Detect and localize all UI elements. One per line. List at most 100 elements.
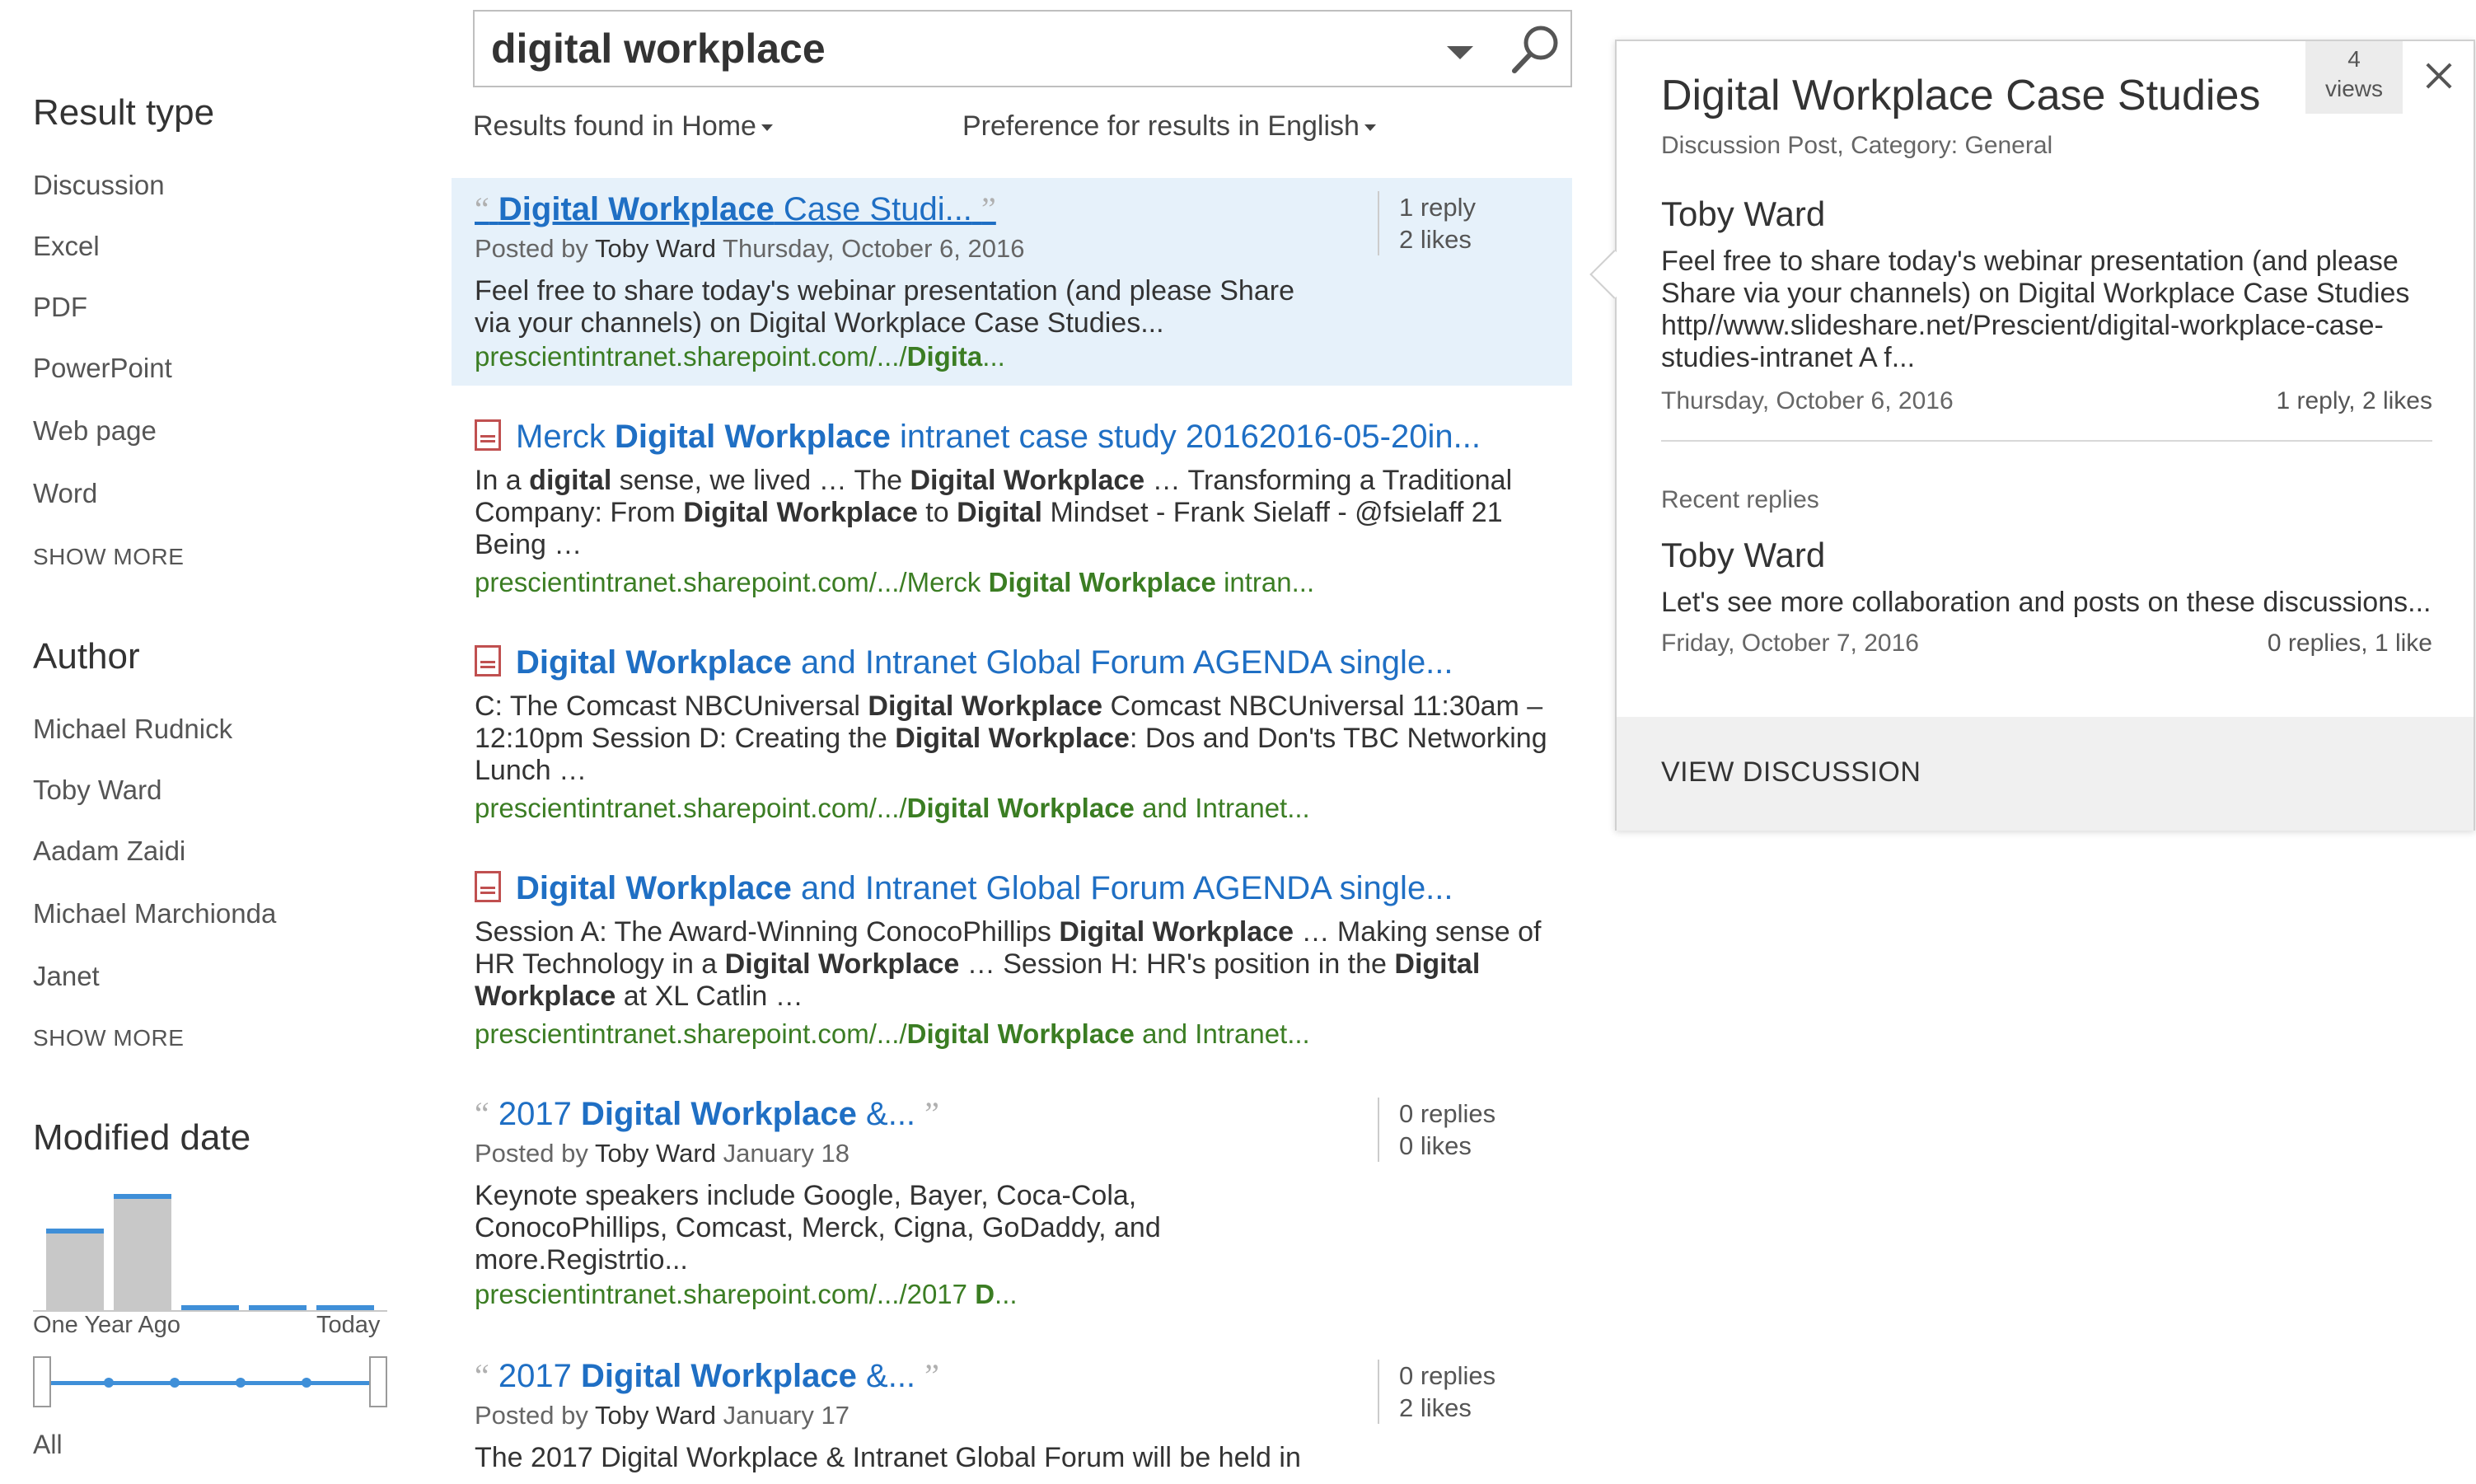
modified-date-heading: Modified date [33,1117,251,1158]
search-result[interactable]: Digital Workplace and Intranet Global Fo… [452,638,1572,836]
result-type-heading: Result type [33,92,215,133]
result-title-link[interactable]: “ Digital Workplace Case Studi... ” [475,190,996,228]
result-url[interactable]: prescientintranet.sharepoint.com/.../201… [475,1279,1018,1310]
view-discussion-button[interactable]: VIEW DISCUSSION [1661,756,1921,789]
search-result[interactable]: “ 2017 Digital Workplace &... ” Posted b… [452,1350,1572,1484]
slider-right-handle[interactable] [369,1356,387,1407]
author-show-more[interactable]: SHOW MORE [33,1025,184,1051]
histogram-bar[interactable] [316,1305,374,1310]
refiner-author-michael-marchionda[interactable]: Michael Marchionda [33,898,276,929]
search-result[interactable]: Merck Digital Workplace intranet case st… [452,412,1572,610]
refiner-discussion[interactable]: Discussion [33,170,165,201]
views-count: 4 [2347,46,2361,72]
caret-down-icon [761,124,773,132]
search-input[interactable] [491,21,1397,76]
result-title-link[interactable]: “ 2017 Digital Workplace &... ” [475,1356,939,1395]
search-dropdown-icon[interactable] [1447,46,1473,59]
results-found-in: Results found in Home [473,110,773,143]
histogram-bar[interactable] [46,1229,104,1310]
result-meta: Posted by Toby Ward January 17 [475,1401,850,1430]
refiner-word[interactable]: Word [33,478,97,509]
scope-value: Home [681,110,756,142]
post-body: Feel free to share today's webinar prese… [1661,246,2410,373]
slider-tick [236,1378,246,1388]
result-url[interactable]: prescientintranet.sharepoint.com/.../Dig… [475,1018,1310,1050]
result-title-link[interactable]: Digital Workplace and Intranet Global Fo… [475,870,1453,907]
result-summary: Keynote speakers include Google, Bayer, … [475,1180,1161,1276]
pdf-document-icon [475,645,501,676]
result-title-link[interactable]: Merck Digital Workplace intranet case st… [475,419,1481,456]
author-heading: Author [33,636,140,676]
date-range-label: All [33,1430,63,1459]
scope-dropdown[interactable]: Home [681,110,773,142]
result-summary: In a digital sense, we lived … The Digit… [475,465,1513,560]
date-range-slider[interactable] [33,1353,387,1411]
result-meta: Posted by Toby Ward Thursday, October 6,… [475,234,1025,263]
refiner-author-janet[interactable]: Janet [33,961,100,992]
result-stats: 0 replies 0 likes [1378,1098,1495,1162]
search-box [473,10,1572,87]
result-url[interactable]: prescientintranet.sharepoint.com/.../Mer… [475,567,1314,598]
search-result[interactable]: “ 2017 Digital Workplace &... ” Posted b… [452,1088,1572,1310]
result-url[interactable]: prescientintranet.sharepoint.com/.../Dig… [475,341,1005,372]
close-quote-icon: ” [924,1095,939,1132]
close-quote-icon: ” [924,1357,939,1394]
refiner-author-toby-ward[interactable]: Toby Ward [33,775,162,806]
slider-left-handle[interactable] [33,1356,51,1407]
result-summary: C: The Comcast NBCUniversal Digital Work… [475,691,1547,786]
results-found-label: Results found in [473,110,674,142]
open-quote-icon: “ [475,1095,489,1132]
result-title-link[interactable]: “ 2017 Digital Workplace &... ” [475,1094,939,1133]
language-preference: Preference for results in English [962,110,1376,143]
histogram-bar[interactable] [181,1305,239,1310]
close-icon[interactable] [2422,59,2455,92]
refiner-author-aadam-zaidi[interactable]: Aadam Zaidi [33,836,185,867]
views-label: views [2324,76,2383,101]
result-hover-panel: Digital Workplace Case Studies Discussio… [1589,40,2475,831]
close-quote-icon: ” [981,190,996,227]
result-meta: Posted by Toby Ward January 18 [475,1139,850,1168]
slider-track [48,1381,372,1385]
result-stats: 1 reply 2 likes [1378,191,1476,255]
search-result[interactable]: Digital Workplace and Intranet Global Fo… [452,864,1572,1061]
search-result-selected[interactable]: “ Digital Workplace Case Studi... ” Post… [452,178,1572,386]
hover-panel-title: Digital Workplace Case Studies [1661,72,2261,119]
result-type-show-more[interactable]: SHOW MORE [33,544,184,570]
modified-date-histogram [33,1170,396,1312]
reply-author: Toby Ward [1661,536,1826,574]
slider-tick [104,1378,114,1388]
open-quote-icon: “ [475,190,489,227]
pdf-document-icon [475,419,501,451]
reply-date: Friday, October 7, 2016 [1661,630,1919,657]
result-summary: Session A: The Award-Winning ConocoPhill… [475,916,1542,1012]
refiner-author-michael-rudnick[interactable]: Michael Rudnick [33,714,232,745]
refiner-excel[interactable]: Excel [33,231,100,262]
result-title-link[interactable]: Digital Workplace and Intranet Global Fo… [475,644,1453,681]
language-dropdown[interactable]: English [1267,110,1376,142]
refinement-panel: Result type Discussion Excel PDF PowerPo… [33,0,396,1484]
refiner-powerpoint[interactable]: PowerPoint [33,353,172,384]
views-badge: 4 views [2305,41,2403,114]
histogram-bar[interactable] [114,1194,171,1310]
recent-replies-label: Recent replies [1661,486,1819,513]
post-stats: 1 reply, 2 likes [2276,387,2432,414]
hover-panel-pointer [1589,250,1639,299]
result-stats: 0 replies 2 likes [1378,1360,1495,1424]
histogram-bar[interactable] [249,1305,307,1310]
post-date: Thursday, October 6, 2016 [1661,387,1954,414]
refiner-pdf[interactable]: PDF [33,292,87,323]
histogram-end-label: Today [316,1312,381,1338]
result-summary: Feel free to share today's webinar prese… [475,275,1294,339]
search-icon[interactable] [1509,23,1562,76]
histogram-start-label: One Year Ago [33,1312,180,1338]
result-summary: The 2017 Digital Workplace & Intranet Gl… [475,1442,1301,1473]
open-quote-icon: “ [475,1357,489,1394]
reply-stats: 0 replies, 1 like [2267,630,2432,657]
slider-tick [170,1378,180,1388]
hover-panel-subtitle: Discussion Post, Category: General [1661,132,2053,159]
pdf-document-icon [475,871,501,902]
result-url[interactable]: prescientintranet.sharepoint.com/.../Dig… [475,793,1310,824]
refiner-web-page[interactable]: Web page [33,415,157,447]
hover-panel-footer: VIEW DISCUSSION [1617,717,2474,831]
reply-body: Let's see more collaboration and posts o… [1661,587,2432,618]
